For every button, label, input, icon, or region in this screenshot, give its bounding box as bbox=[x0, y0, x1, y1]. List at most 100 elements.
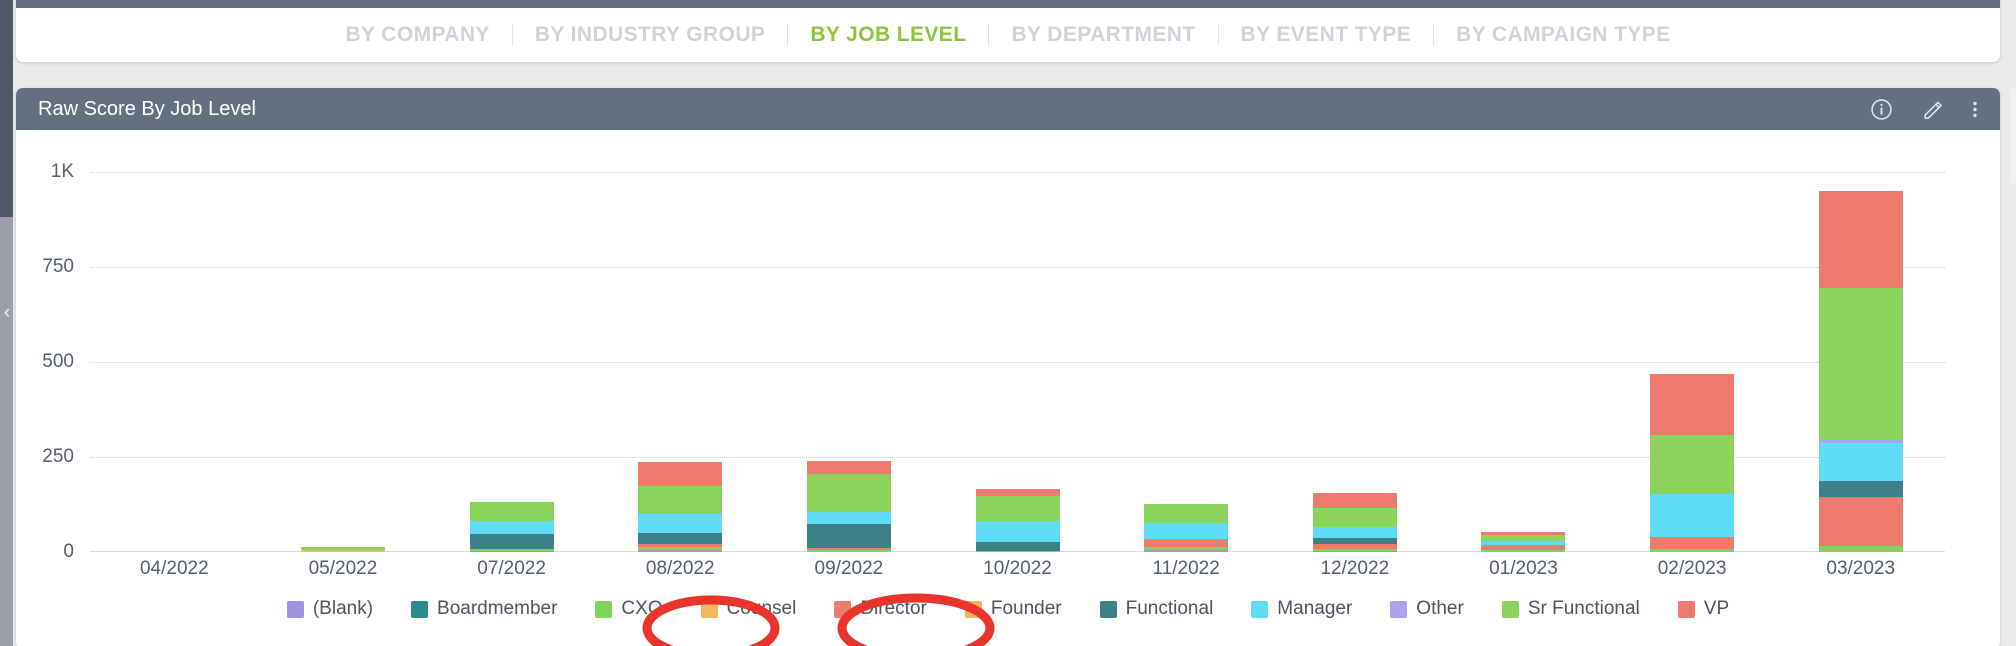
tab-by-department[interactable]: BY DEPARTMENT bbox=[989, 23, 1217, 47]
left-rail-lower bbox=[0, 217, 13, 646]
stacked-bar[interactable] bbox=[300, 547, 385, 552]
tab-by-industry-group[interactable]: BY INDUSTRY GROUP bbox=[513, 23, 787, 47]
y-axis-tick-label: 1K bbox=[50, 161, 74, 182]
kebab-menu-icon[interactable] bbox=[1972, 0, 1978, 1]
bar-segment[interactable] bbox=[638, 550, 723, 552]
bar-segment[interactable] bbox=[1312, 492, 1397, 508]
bar-segment[interactable] bbox=[638, 533, 723, 545]
sidebar-collapse-chevron-icon[interactable]: ‹ bbox=[1, 300, 13, 326]
bar-segment[interactable] bbox=[1144, 549, 1229, 552]
legend-item-counsel[interactable]: Counsel bbox=[700, 598, 797, 620]
bar-segment[interactable] bbox=[975, 551, 1060, 552]
bar-segment[interactable] bbox=[1818, 288, 1903, 441]
vertical-scrollbar[interactable] bbox=[2010, 88, 2016, 184]
stacked-bar[interactable] bbox=[1144, 504, 1229, 552]
bar-segment[interactable] bbox=[806, 460, 891, 475]
legend-swatch bbox=[1677, 600, 1695, 618]
bar-group bbox=[90, 172, 1945, 552]
tab-by-job-level[interactable]: BY JOB LEVEL bbox=[788, 23, 988, 47]
bar-segment[interactable] bbox=[1650, 493, 1735, 538]
bar-segment[interactable] bbox=[1650, 548, 1735, 552]
legend-swatch bbox=[1390, 600, 1408, 618]
bar-segment[interactable] bbox=[1144, 523, 1229, 540]
x-axis-tick-label: 07/2022 bbox=[477, 558, 546, 579]
legend-swatch bbox=[964, 600, 982, 618]
stacked-bar[interactable] bbox=[1818, 191, 1903, 552]
bar-segment[interactable] bbox=[1481, 534, 1566, 542]
bar-segment[interactable] bbox=[1312, 551, 1397, 552]
bar-segment[interactable] bbox=[1650, 373, 1735, 435]
legend-item-vp[interactable]: VP bbox=[1677, 598, 1729, 620]
stacked-bar[interactable] bbox=[806, 460, 891, 552]
bar-segment[interactable] bbox=[806, 524, 891, 548]
edit-pencil-icon[interactable] bbox=[1921, 98, 1944, 121]
stacked-bar[interactable] bbox=[1312, 492, 1397, 552]
add-title-placeholder[interactable]: ADD TITLE bbox=[38, 0, 139, 1]
x-axis-tick-label: 09/2022 bbox=[814, 558, 884, 579]
legend-swatch bbox=[834, 600, 852, 618]
edit-pencil-icon[interactable] bbox=[1924, 0, 1946, 1]
legend-label: Other bbox=[1416, 598, 1464, 619]
stacked-bar[interactable] bbox=[1650, 373, 1735, 552]
bar-segment[interactable] bbox=[1818, 481, 1903, 497]
chart-card-title: Raw Score By Job Level bbox=[38, 97, 256, 120]
bar-slot bbox=[933, 172, 1102, 552]
bar-slot bbox=[427, 172, 596, 552]
bar-segment[interactable] bbox=[806, 474, 891, 513]
bar-segment[interactable] bbox=[469, 534, 554, 550]
bar-segment[interactable] bbox=[1818, 545, 1903, 552]
bar-segment[interactable] bbox=[469, 502, 554, 522]
legend-item-blank[interactable]: (Blank) bbox=[286, 598, 373, 620]
legend-item-director[interactable]: Director bbox=[834, 598, 927, 620]
tab-by-campaign-type[interactable]: BY CAMPAIGN TYPE bbox=[1434, 23, 1692, 47]
bar-segment[interactable] bbox=[469, 521, 554, 535]
dashboard-tabbar: BY COMPANY BY INDUSTRY GROUP BY JOB LEVEL B… bbox=[16, 8, 2000, 62]
bar-segment[interactable] bbox=[1144, 504, 1229, 524]
kebab-menu-icon[interactable] bbox=[1972, 98, 1978, 121]
stacked-bar[interactable] bbox=[638, 461, 723, 552]
chart-card-header: Raw Score By Job Level bbox=[16, 88, 2000, 130]
bar-segment[interactable] bbox=[1650, 434, 1735, 494]
bar-segment[interactable] bbox=[1818, 496, 1903, 546]
bar-segment[interactable] bbox=[1650, 537, 1735, 549]
bar-segment[interactable] bbox=[638, 514, 723, 534]
legend-swatch bbox=[700, 600, 718, 618]
bar-segment[interactable] bbox=[1144, 539, 1229, 547]
bar-segment[interactable] bbox=[1818, 443, 1903, 482]
bar-segment[interactable] bbox=[806, 512, 891, 525]
legend-label: Manager bbox=[1277, 598, 1353, 619]
bar-slot bbox=[765, 172, 934, 552]
stacked-bar[interactable] bbox=[1481, 531, 1566, 552]
bar-segment[interactable] bbox=[469, 550, 554, 552]
legend-item-boardmember[interactable]: Boardmember bbox=[411, 598, 557, 620]
tab-by-event-type[interactable]: BY EVENT TYPE bbox=[1219, 23, 1434, 47]
legend-item-manager[interactable]: Manager bbox=[1251, 598, 1352, 620]
bar-segment[interactable] bbox=[1818, 191, 1903, 289]
bar-segment[interactable] bbox=[1312, 526, 1397, 539]
tab-by-company[interactable]: BY COMPANY bbox=[323, 23, 511, 47]
dashboard-title-card: ADD TITLE BY COMPANYBY INDUSTRY GROUPBY … bbox=[16, 0, 2000, 62]
bar-segment[interactable] bbox=[638, 486, 723, 513]
bar-segment[interactable] bbox=[975, 541, 1060, 552]
bar-segment[interactable] bbox=[1481, 550, 1566, 552]
legend-label: Counsel bbox=[726, 598, 797, 619]
x-axis-tick-label: 04/2022 bbox=[139, 558, 209, 579]
dashboard-title-actions bbox=[1876, 0, 1978, 1]
stacked-bar[interactable] bbox=[469, 502, 554, 552]
bar-segment[interactable] bbox=[975, 520, 1060, 542]
legend-item-cxo[interactable]: CXO bbox=[595, 598, 663, 620]
bar-segment[interactable] bbox=[975, 496, 1060, 521]
info-icon[interactable] bbox=[1870, 98, 1893, 121]
legend-item-founder[interactable]: Founder bbox=[964, 598, 1062, 620]
legend-item-functional[interactable]: Functional bbox=[1099, 598, 1213, 620]
bar-segment[interactable] bbox=[806, 550, 891, 552]
info-icon[interactable] bbox=[1876, 0, 1898, 1]
legend-item-sr-functional[interactable]: Sr Functional bbox=[1501, 598, 1640, 620]
legend-item-other[interactable]: Other bbox=[1390, 598, 1464, 620]
bar-segment[interactable] bbox=[975, 488, 1060, 497]
bar-segment[interactable] bbox=[300, 550, 385, 552]
stacked-bar[interactable] bbox=[975, 488, 1060, 552]
bar-segment[interactable] bbox=[638, 461, 723, 487]
legend-label: Sr Functional bbox=[1527, 598, 1640, 619]
bar-segment[interactable] bbox=[1312, 507, 1397, 527]
